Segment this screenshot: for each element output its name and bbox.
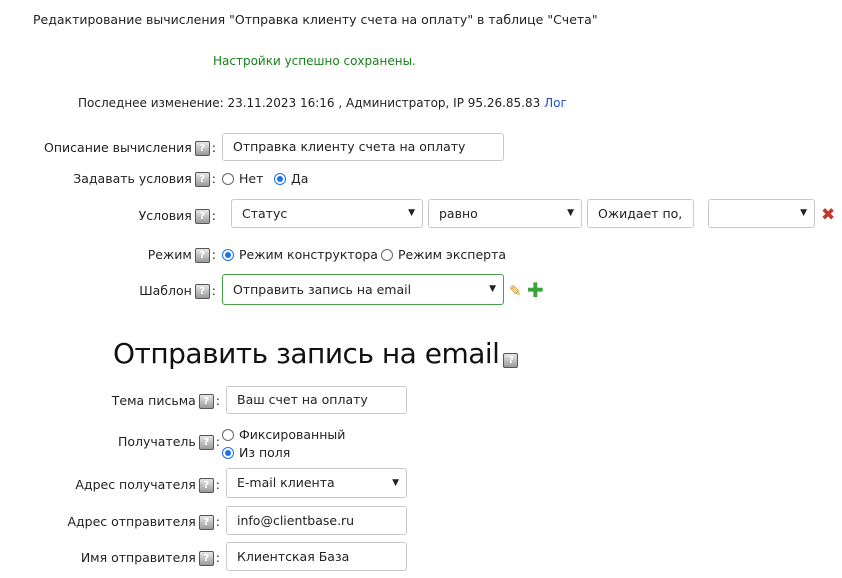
help-icon[interactable]: ?	[198, 394, 214, 409]
recipient-label-row: Получатель?:	[118, 434, 220, 450]
help-icon[interactable]: ?	[194, 284, 210, 299]
colon: :	[215, 393, 220, 408]
page-title: Редактирование вычисления "Отправка клие…	[33, 12, 598, 27]
set-conditions-label-row: Задавать условия?:	[73, 171, 216, 187]
sender-address-label-row: Адрес отправителя?:	[67, 514, 220, 530]
last-change-text: Последнее изменение: 23.11.2023 16:16 , …	[78, 96, 541, 110]
recipient-address-label-row: Адрес получателя?:	[75, 477, 220, 493]
help-icon[interactable]: ?	[198, 551, 214, 566]
sender-name-label-row: Имя отправителя?:	[81, 550, 220, 566]
template-label-row: Шаблон?:	[139, 283, 216, 299]
dropdown-arrow-icon: ▼	[567, 208, 574, 218]
sender-address-input[interactable]: info@clientbase.ru	[226, 506, 407, 535]
condition-field-value: Статус	[242, 206, 288, 221]
help-icon[interactable]: ?	[194, 141, 210, 156]
dropdown-arrow-icon: ▼	[392, 478, 399, 488]
radio-from-field-label: Из поля	[239, 445, 291, 460]
colon: :	[215, 477, 220, 492]
colon: :	[215, 434, 220, 449]
set-conditions-yes[interactable]: Да	[274, 170, 308, 186]
radio-constructor-label: Режим конструктора	[239, 247, 378, 262]
help-icon[interactable]: ?	[198, 515, 214, 530]
radio-fixed-label: Фиксированный	[239, 427, 346, 442]
condition-value: Ожидает по,	[598, 206, 683, 221]
dropdown-arrow-icon: ▼	[489, 284, 496, 294]
add-template-icon[interactable]: ✚	[527, 280, 544, 300]
radio-no[interactable]	[222, 172, 234, 185]
colon: :	[215, 550, 220, 565]
sender-name-input[interactable]: Клиентская База	[226, 542, 407, 571]
template-label: Шаблон	[139, 283, 192, 298]
recipient-from-field[interactable]: Из поля	[222, 444, 290, 460]
mode-expert[interactable]: Режим эксперта	[381, 246, 506, 262]
subject-input[interactable]: Ваш счет на оплату	[226, 386, 407, 414]
email-section-title-text: Отправить запись на email	[113, 337, 500, 370]
mode-constructor[interactable]: Режим конструктора	[222, 246, 378, 262]
conditions-label: Условия	[138, 208, 192, 223]
template-value: Отправить запись на email	[233, 282, 412, 297]
description-label: Описание вычисления	[44, 140, 192, 155]
set-conditions-no[interactable]: Нет	[222, 170, 263, 186]
set-conditions-label: Задавать условия	[73, 171, 192, 186]
help-icon[interactable]: ?	[198, 435, 214, 450]
help-icon[interactable]: ?	[198, 478, 214, 493]
sender-name-label: Имя отправителя	[80, 550, 196, 565]
conditions-label-row: Условия?:	[139, 208, 216, 224]
help-icon[interactable]: ?	[503, 353, 519, 368]
radio-no-label: Нет	[239, 171, 264, 186]
subject-label-row: Тема письма?:	[112, 393, 220, 409]
radio-fixed[interactable]	[222, 428, 234, 441]
recipient-address-value: E-mail клиента	[237, 475, 335, 490]
condition-operator-select[interactable]: равно ▼	[428, 199, 582, 228]
colon: :	[211, 283, 216, 298]
colon: :	[215, 514, 220, 529]
colon: :	[211, 171, 216, 186]
template-select[interactable]: Отправить запись на email ▼	[222, 274, 504, 305]
condition-field-select[interactable]: Статус ▼	[231, 199, 423, 228]
radio-from-field[interactable]	[222, 446, 234, 459]
help-icon[interactable]: ?	[194, 172, 210, 187]
radio-constructor[interactable]	[222, 248, 234, 261]
recipient-fixed[interactable]: Фиксированный	[222, 426, 345, 442]
radio-expert[interactable]	[381, 248, 393, 261]
success-message: Настройки успешно сохранены.	[213, 54, 416, 68]
sender-address-label: Адрес отправителя	[67, 514, 196, 529]
colon: :	[211, 208, 216, 223]
description-input[interactable]: Отправка клиенту счета на оплату	[222, 133, 504, 161]
colon: :	[211, 140, 216, 155]
recipient-address-select[interactable]: E-mail клиента ▼	[226, 468, 407, 498]
radio-yes[interactable]	[274, 172, 286, 185]
radio-yes-label: Да	[291, 171, 309, 186]
condition-value-select[interactable]: Ожидает по,	[587, 199, 694, 228]
dropdown-arrow-icon: ▼	[800, 208, 807, 218]
mode-label-row: Режим?:	[148, 247, 216, 263]
email-section-title: Отправить запись на email?	[113, 337, 519, 370]
log-link[interactable]: Лог	[544, 96, 567, 110]
edit-template-icon[interactable]: ✎	[509, 283, 522, 299]
radio-expert-label: Режим эксперта	[398, 247, 507, 262]
help-icon[interactable]: ?	[194, 209, 210, 224]
delete-condition-icon[interactable]: ✖	[821, 207, 835, 224]
condition-extra-select[interactable]: ▼	[708, 199, 815, 228]
help-icon[interactable]: ?	[194, 248, 210, 263]
recipient-label: Получатель	[117, 434, 196, 449]
mode-label: Режим	[147, 247, 192, 262]
description-label-row: Описание вычисления?:	[44, 140, 216, 156]
last-change-info: Последнее изменение: 23.11.2023 16:16 , …	[78, 96, 567, 110]
colon: :	[211, 247, 216, 262]
subject-label: Тема письма	[111, 393, 196, 408]
recipient-address-label: Адрес получателя	[75, 477, 196, 492]
condition-operator-value: равно	[439, 206, 478, 221]
dropdown-arrow-icon: ▼	[408, 208, 415, 218]
